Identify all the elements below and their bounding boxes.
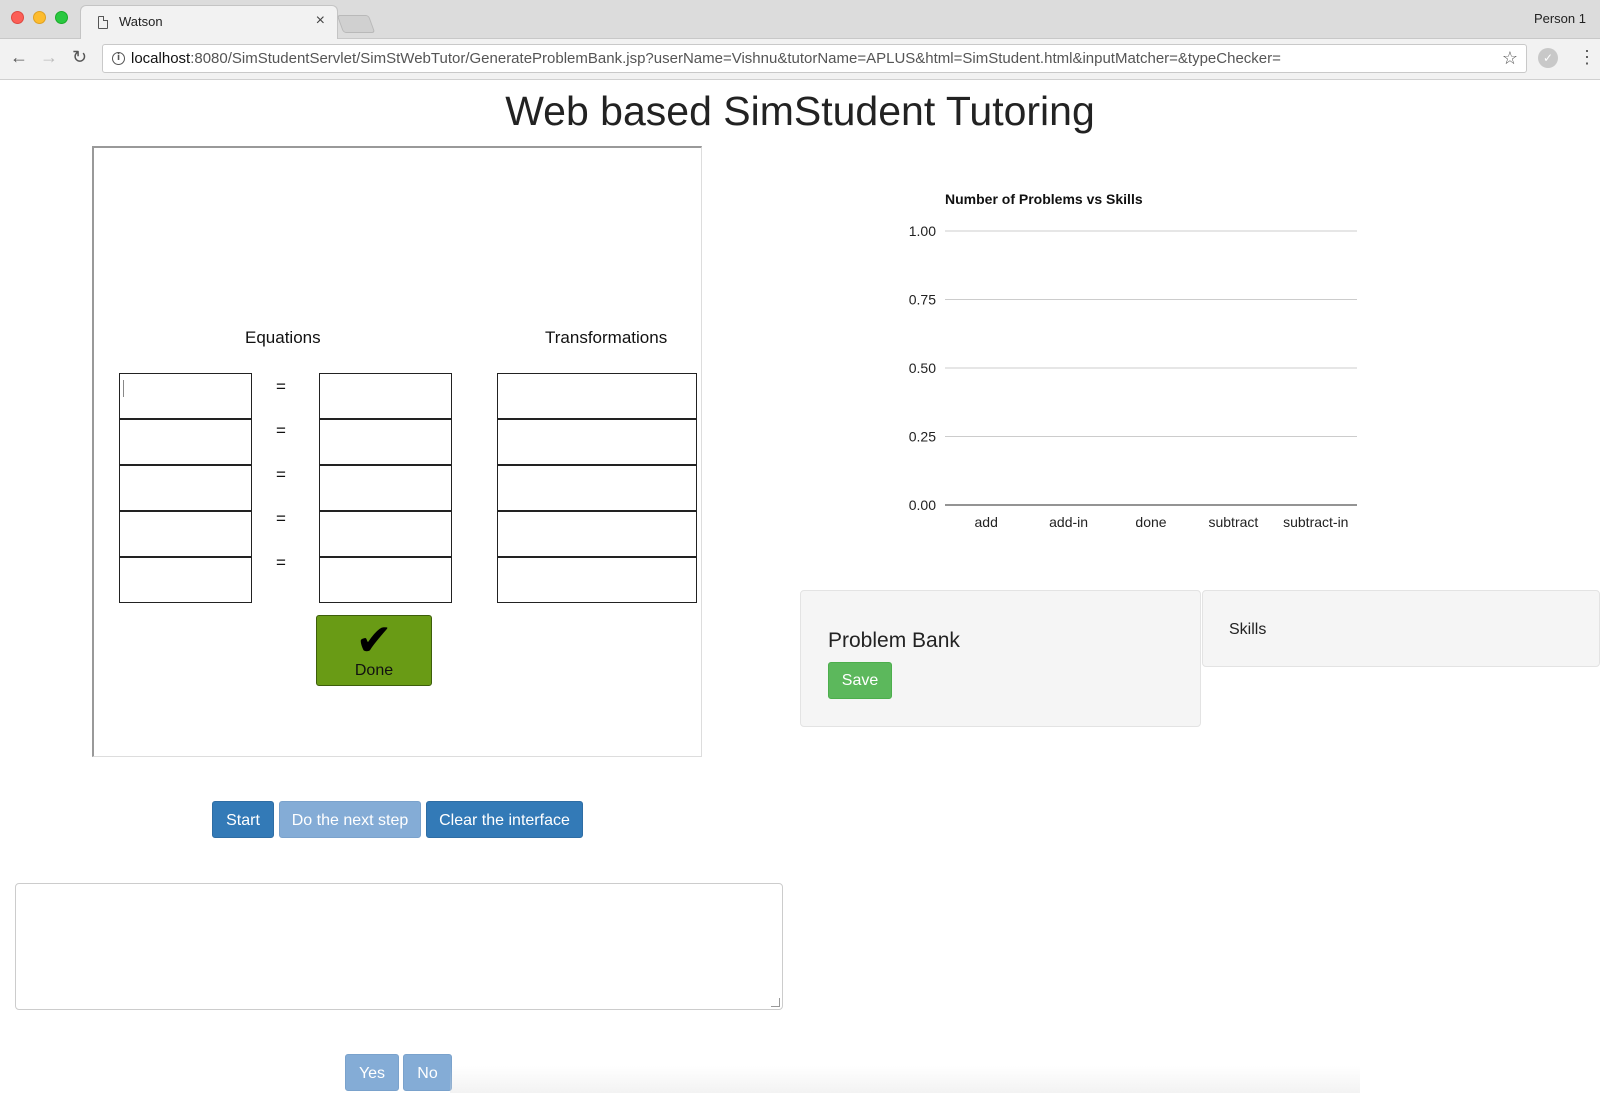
x-tick-label: add-in bbox=[1049, 514, 1088, 530]
equals-sign: = bbox=[276, 421, 286, 440]
equation-right-cell-5[interactable] bbox=[319, 557, 452, 603]
x-tick-label: done bbox=[1135, 514, 1166, 530]
equation-right-cell-2[interactable] bbox=[319, 419, 452, 465]
clear-interface-button[interactable]: Clear the interface bbox=[426, 801, 583, 838]
equals-sign: = bbox=[276, 509, 286, 528]
text-caret bbox=[123, 380, 124, 397]
tab-close-icon[interactable]: × bbox=[316, 12, 325, 30]
x-tick-label: subtract bbox=[1208, 514, 1258, 530]
address-bar[interactable]: i localhost:8080/SimStudentServlet/SimSt… bbox=[102, 44, 1527, 73]
transformation-cell-3[interactable] bbox=[497, 465, 697, 511]
skills-title: Skills bbox=[1229, 621, 1267, 638]
browser-toolbar: ← → ↻ i localhost:8080/SimStudentServlet… bbox=[0, 39, 1600, 80]
equation-left-cell-5[interactable] bbox=[119, 557, 252, 603]
back-icon[interactable]: ← bbox=[10, 46, 28, 68]
skills-chart: Number of Problems vs Skills 1.00 0.75 0.50… bbox=[909, 191, 1357, 530]
message-textarea[interactable] bbox=[15, 883, 783, 1010]
checkmark-icon: ✔ bbox=[355, 615, 393, 666]
problem-bank-panel: Problem Bank Save bbox=[800, 590, 1201, 727]
document-icon bbox=[98, 16, 108, 29]
reload-icon[interactable]: ↻ bbox=[72, 46, 87, 68]
equals-sign: = bbox=[276, 465, 286, 484]
transformation-cell-1[interactable] bbox=[497, 373, 697, 419]
tab-title: Watson bbox=[119, 14, 163, 29]
profile-name[interactable]: Person 1 bbox=[1534, 11, 1586, 26]
x-tick-label: subtract-in bbox=[1283, 514, 1348, 530]
url-host: localhost bbox=[131, 50, 191, 67]
next-step-button[interactable]: Do the next step bbox=[279, 801, 421, 838]
y-tick-label: 0.00 bbox=[909, 497, 936, 513]
equals-sign: = bbox=[276, 553, 286, 572]
y-tick-label: 1.00 bbox=[909, 223, 936, 239]
done-label: Done bbox=[354, 662, 394, 679]
problem-bank-title: Problem Bank bbox=[828, 629, 960, 652]
equation-right-cell-1[interactable] bbox=[319, 373, 452, 419]
info-icon[interactable]: i bbox=[112, 52, 125, 65]
y-tick-label: 0.50 bbox=[909, 360, 936, 376]
x-tick-label: add bbox=[975, 514, 998, 530]
new-tab-button[interactable] bbox=[336, 15, 376, 33]
maximize-window-button[interactable] bbox=[55, 11, 68, 24]
bottom-shadow bbox=[450, 1066, 1360, 1093]
browser-tab[interactable]: Watson × bbox=[80, 5, 338, 39]
equation-left-cell-2[interactable] bbox=[119, 419, 252, 465]
y-tick-label: 0.75 bbox=[909, 292, 936, 308]
equation-right-cell-4[interactable] bbox=[319, 511, 452, 557]
equations-header: Equations bbox=[245, 328, 321, 347]
star-icon[interactable]: ☆ bbox=[1502, 48, 1518, 68]
minimize-window-button[interactable] bbox=[33, 11, 46, 24]
url-path: :8080/SimStudentServlet/SimStWebTutor/Ge… bbox=[190, 50, 1281, 67]
equation-left-cell-1[interactable] bbox=[119, 373, 252, 419]
skills-panel: Skills bbox=[1202, 590, 1600, 667]
equation-left-cell-3[interactable] bbox=[119, 465, 252, 511]
transformation-cell-5[interactable] bbox=[497, 557, 697, 603]
save-button[interactable]: Save bbox=[828, 662, 892, 699]
transformation-cell-2[interactable] bbox=[497, 419, 697, 465]
transformations-header: Transformations bbox=[545, 328, 668, 347]
equation-left-cell-4[interactable] bbox=[119, 511, 252, 557]
equals-sign: = bbox=[276, 377, 286, 396]
no-button[interactable]: No bbox=[403, 1054, 452, 1091]
equation-right-cell-3[interactable] bbox=[319, 465, 452, 511]
menu-icon[interactable]: ⋮ bbox=[1578, 47, 1596, 67]
resize-handle-icon[interactable] bbox=[771, 998, 780, 1007]
forward-icon[interactable]: → bbox=[40, 46, 58, 68]
page-title: Web based SimStudent Tutoring bbox=[505, 88, 1095, 134]
y-tick-label: 0.25 bbox=[909, 429, 936, 445]
browser-titlebar: Watson × Person 1 bbox=[0, 0, 1600, 39]
chart-title: Number of Problems vs Skills bbox=[945, 191, 1143, 207]
close-window-button[interactable] bbox=[11, 11, 24, 24]
url-text[interactable]: localhost:8080/SimStudentServlet/SimStWe… bbox=[131, 50, 1281, 67]
extension-icon[interactable]: ✓ bbox=[1538, 48, 1558, 68]
transformation-cell-4[interactable] bbox=[497, 511, 697, 557]
done-button[interactable]: ✔ Done bbox=[316, 615, 432, 686]
yes-button[interactable]: Yes bbox=[345, 1054, 399, 1091]
start-button[interactable]: Start bbox=[212, 801, 274, 838]
